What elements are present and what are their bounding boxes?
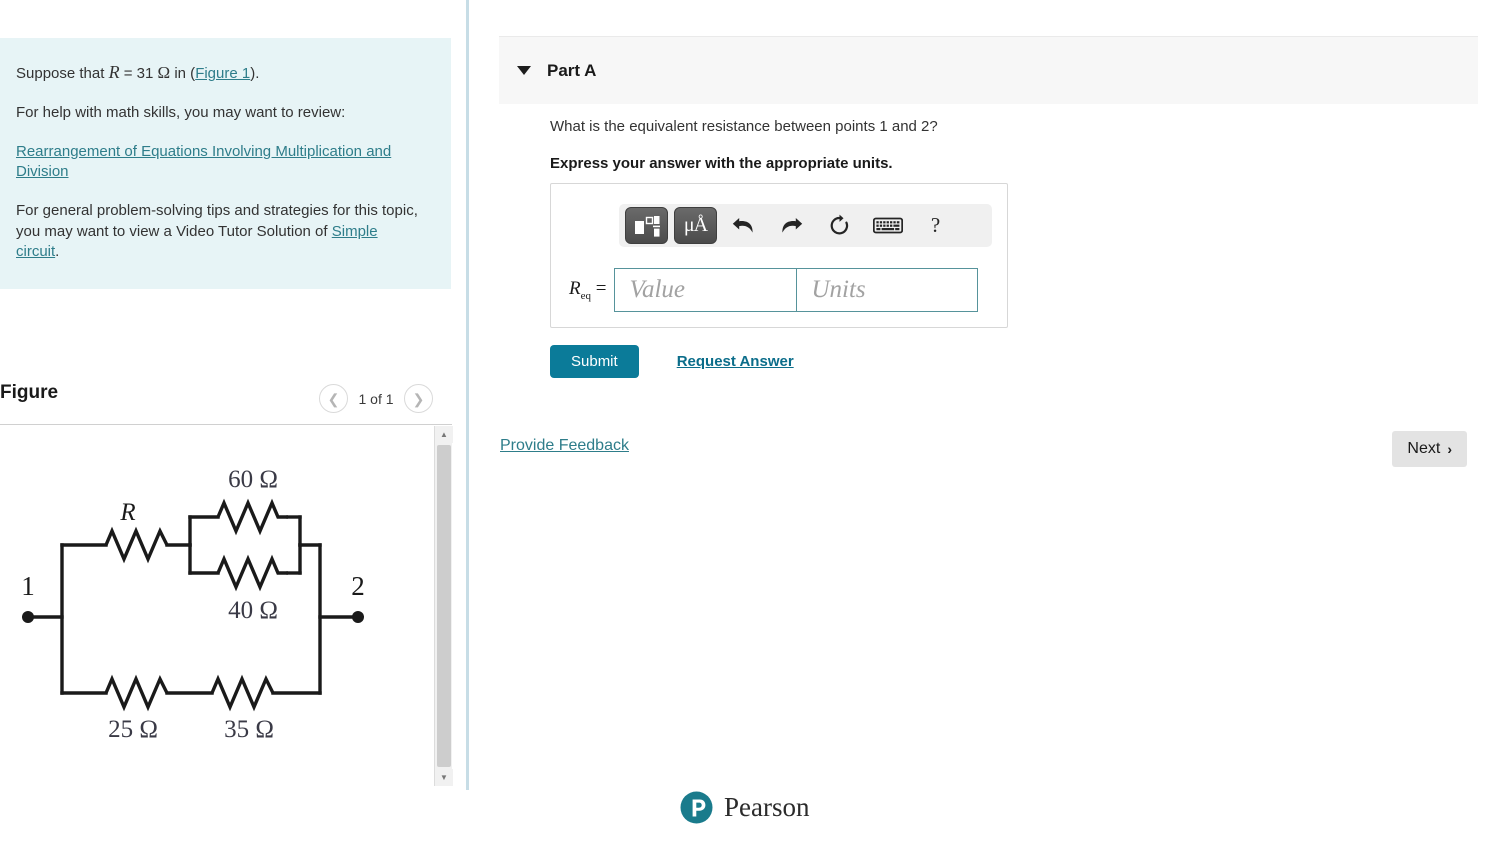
units-label: μÅ: [683, 214, 708, 236]
intro-line-3: For general problem-solving tips and str…: [16, 201, 423, 263]
svg-text:R: R: [119, 499, 135, 526]
tutor-suffix: .: [55, 243, 60, 261]
figure-next-button[interactable]: ❯: [404, 384, 433, 413]
chevron-right-icon: ❯: [412, 390, 425, 407]
intro-in: in (: [170, 65, 196, 82]
provide-feedback-link[interactable]: Provide Feedback: [500, 437, 629, 455]
figure-title: Figure: [0, 382, 59, 403]
equals-sign: =: [595, 278, 607, 300]
intro-prefix: Suppose that: [16, 65, 109, 82]
circuit-diagram: 1 2 R 60 Ω 40 Ω 25 Ω 35 Ω: [0, 425, 430, 785]
svg-text:35 Ω: 35 Ω: [224, 716, 274, 743]
scroll-down-icon[interactable]: ▼: [435, 769, 453, 786]
svg-text:1: 1: [21, 571, 35, 601]
math-template-icon[interactable]: [625, 207, 668, 244]
math-template-glyph: [634, 215, 660, 237]
figure-viewport: 1 2 R 60 Ω 40 Ω 25 Ω 35 Ω ▲ ▼: [0, 424, 453, 786]
intro-line-2: For help with math skills, you may want …: [16, 103, 346, 121]
part-a-label: Part A: [547, 60, 597, 80]
scrollbar-thumb[interactable]: [437, 445, 451, 767]
scroll-up-icon[interactable]: ▲: [435, 426, 453, 443]
value-input[interactable]: [614, 268, 797, 312]
intro-line-1: Suppose that R = 31 Ω in (Figure 1).: [16, 60, 423, 85]
part-a-header[interactable]: Part A: [499, 36, 1478, 104]
figure-prev-button[interactable]: ❮: [319, 384, 348, 413]
figure-navigation: ❮ 1 of 1 ❯: [319, 384, 433, 413]
pearson-footer: Pearson: [680, 791, 809, 824]
answer-widget: μÅ ? Req = Value Units: [550, 183, 1008, 328]
left-pane: Suppose that R = 31 Ω in (Figure 1). For…: [0, 0, 453, 853]
help-icon[interactable]: ?: [914, 207, 957, 244]
terminal-node-1: [22, 611, 34, 623]
chevron-right-icon: ›: [1447, 441, 1452, 457]
figure-1-link[interactable]: Figure 1: [195, 65, 250, 82]
question-body: What is the equivalent resistance betwee…: [550, 118, 1450, 190]
units-icon[interactable]: μÅ: [674, 207, 717, 244]
circuit-svg: 1 2 R 60 Ω 40 Ω 25 Ω 35 Ω: [21, 466, 365, 743]
undo-icon[interactable]: [722, 207, 765, 244]
reset-icon[interactable]: [818, 207, 861, 244]
svg-text:2: 2: [351, 571, 365, 601]
intro-mid: = 31: [119, 65, 158, 82]
answer-toolbar: μÅ ?: [619, 204, 992, 247]
caret-down-icon[interactable]: [517, 66, 531, 75]
pearson-wordmark: Pearson: [724, 792, 810, 822]
pearson-logo-icon: [680, 791, 713, 824]
right-pane: Part A What is the equivalent resistance…: [469, 0, 1487, 853]
units-input[interactable]: [796, 268, 979, 312]
chevron-left-icon: ❮: [327, 390, 340, 407]
redo-glyph: [782, 218, 803, 233]
ohm-symbol: Ω: [157, 63, 171, 82]
redo-icon[interactable]: [770, 207, 813, 244]
help-label: ?: [930, 213, 941, 237]
question-instruction: Express your answer with the appropriate…: [550, 155, 893, 172]
svg-text:40 Ω: 40 Ω: [228, 597, 278, 624]
rearrangement-of-equations-link[interactable]: Rearrangement of Equations Involving Mul…: [16, 143, 391, 181]
request-answer-link[interactable]: Request Answer: [677, 353, 794, 370]
req-symbol-sub: eq: [580, 289, 591, 302]
svg-text:60 Ω: 60 Ω: [228, 466, 278, 493]
intro-line-review: Rearrangement of Equations Involving Mul…: [16, 142, 423, 183]
keyboard-icon[interactable]: [866, 207, 909, 244]
submit-button[interactable]: Submit: [550, 345, 639, 378]
req-symbol-main: R: [569, 278, 581, 300]
terminal-node-2: [352, 611, 364, 623]
figure-scrollbar[interactable]: ▲ ▼: [434, 426, 453, 786]
submit-row: Submit Request Answer: [550, 345, 794, 378]
resistance-symbol: R: [108, 62, 120, 82]
svg-text:25 Ω: 25 Ω: [108, 716, 158, 743]
answer-entry-row: Req =: [569, 268, 979, 312]
problem-intro-box: Suppose that R = 31 Ω in (Figure 1). For…: [0, 38, 451, 289]
keyboard-glyph: [872, 217, 903, 234]
reset-glyph: [830, 214, 849, 235]
next-button[interactable]: Next ›: [1392, 431, 1467, 467]
figure-counter: 1 of 1: [358, 390, 394, 407]
figure-header: Figure ❮ 1 of 1 ❯: [0, 380, 452, 422]
page-root: Suppose that R = 31 Ω in (Figure 1). For…: [0, 0, 1487, 853]
intro-suffix: ).: [250, 65, 260, 82]
question-text: What is the equivalent resistance betwee…: [550, 118, 938, 135]
next-label: Next: [1407, 440, 1441, 457]
req-symbol-label: Req =: [569, 278, 606, 302]
undo-glyph: [732, 218, 753, 233]
